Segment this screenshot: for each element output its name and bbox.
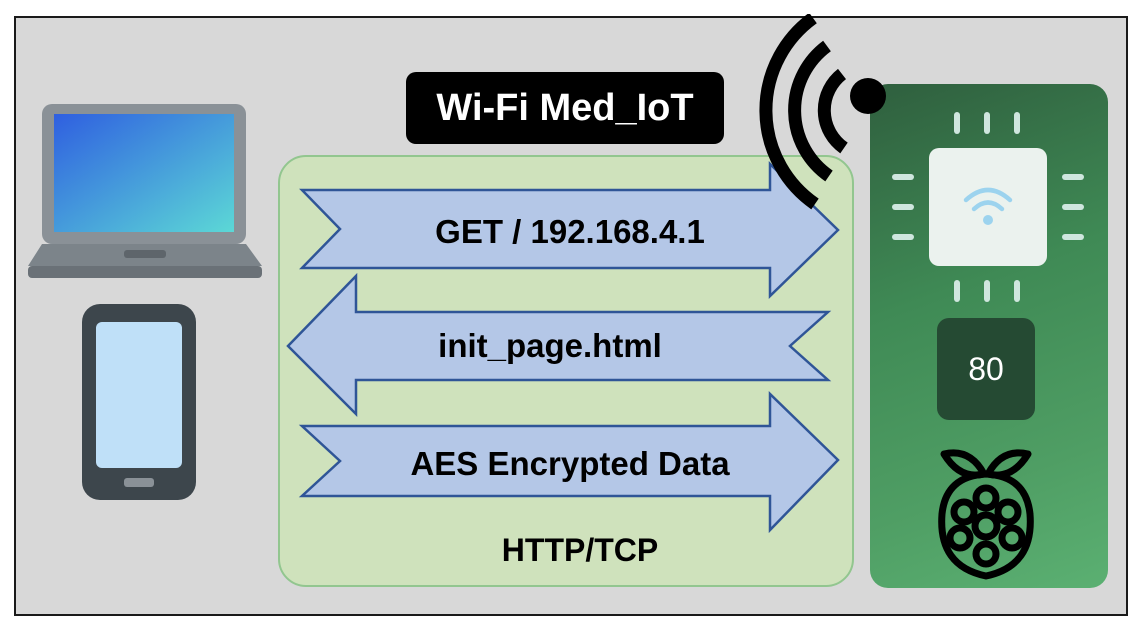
laptop-icon	[28, 104, 262, 278]
encrypted-data-label: AES Encrypted Data	[410, 445, 730, 482]
protocol-label: HTTP/TCP	[501, 531, 659, 568]
smartphone-icon	[82, 304, 196, 500]
chip-wifi-icon	[963, 187, 1013, 225]
response-label: init_page.html	[438, 327, 662, 364]
wifi-broadcast-icon	[759, 14, 886, 210]
raspberry-pi-icon	[938, 449, 1034, 580]
wifi-ssid-banner: Wi-Fi Med_IoT	[406, 72, 724, 144]
request-label: GET / 192.168.4.1	[435, 213, 705, 250]
port-badge: 80	[937, 318, 1035, 420]
